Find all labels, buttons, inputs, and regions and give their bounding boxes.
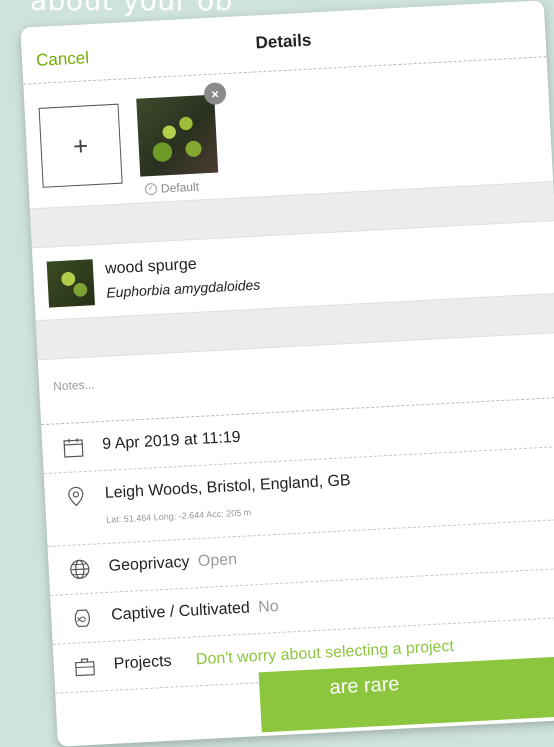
- location-pin-icon: [64, 485, 87, 508]
- species-thumbnail: [47, 259, 95, 307]
- captive-label: Captive / Cultivated: [111, 600, 250, 624]
- default-photo-label: ✓ Default: [145, 180, 200, 197]
- default-text: Default: [161, 180, 200, 196]
- add-photo-button[interactable]: +: [39, 104, 123, 188]
- calendar-icon: [62, 436, 85, 459]
- close-icon: ×: [211, 86, 219, 101]
- location-value: Leigh Woods, Bristol, England, GB: [104, 472, 351, 503]
- observation-details-screen: Cancel Details + × ✓ Default wood spurge…: [20, 0, 554, 746]
- photo-thumbnail[interactable]: [136, 95, 218, 177]
- notes-placeholder: Notes...: [53, 377, 95, 393]
- species-scientific-name: Euphorbia amygdaloides: [106, 277, 261, 301]
- remove-photo-button[interactable]: ×: [204, 82, 227, 105]
- top-caption: about your ob: [30, 0, 233, 17]
- captive-text: Captive / Cultivated No: [111, 598, 279, 625]
- globe-icon: [68, 558, 91, 581]
- species-common-name: wood spurge: [105, 256, 197, 279]
- date-value: 9 Apr 2019 at 11:19: [102, 429, 241, 454]
- plus-icon: +: [72, 130, 89, 162]
- cancel-button[interactable]: Cancel: [36, 48, 90, 71]
- fishbowl-icon: [71, 607, 94, 630]
- location-coordinates: Lat: 51.464 Long: -2.644 Acc: 205 m: [106, 507, 251, 525]
- geoprivacy-value: Open: [197, 551, 237, 570]
- page-title: Details: [255, 31, 312, 54]
- briefcase-icon: [73, 656, 96, 679]
- captive-value: No: [258, 598, 279, 616]
- geoprivacy-text: Geoprivacy Open: [108, 551, 237, 576]
- check-circle-icon: ✓: [145, 183, 158, 196]
- geoprivacy-label: Geoprivacy: [108, 554, 190, 575]
- projects-label: Projects: [113, 653, 172, 673]
